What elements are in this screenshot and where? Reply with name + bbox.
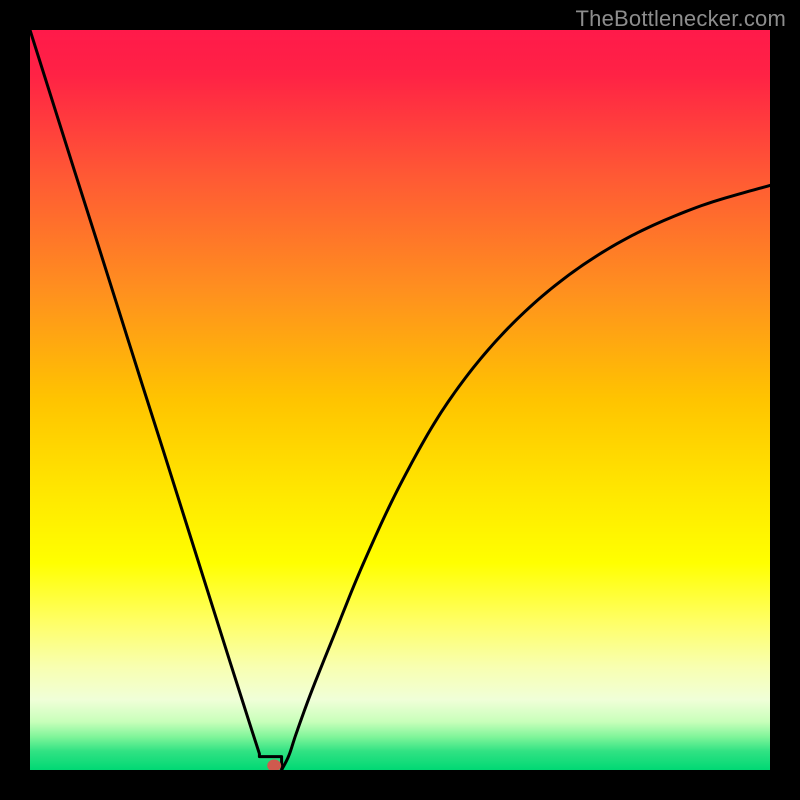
- watermark-label: TheBottlenecker.com: [576, 6, 786, 32]
- chart-frame: TheBottlenecker.com: [0, 0, 800, 800]
- plot-area: [30, 30, 770, 770]
- gradient-background: [30, 30, 770, 770]
- bottleneck-chart: [30, 30, 770, 770]
